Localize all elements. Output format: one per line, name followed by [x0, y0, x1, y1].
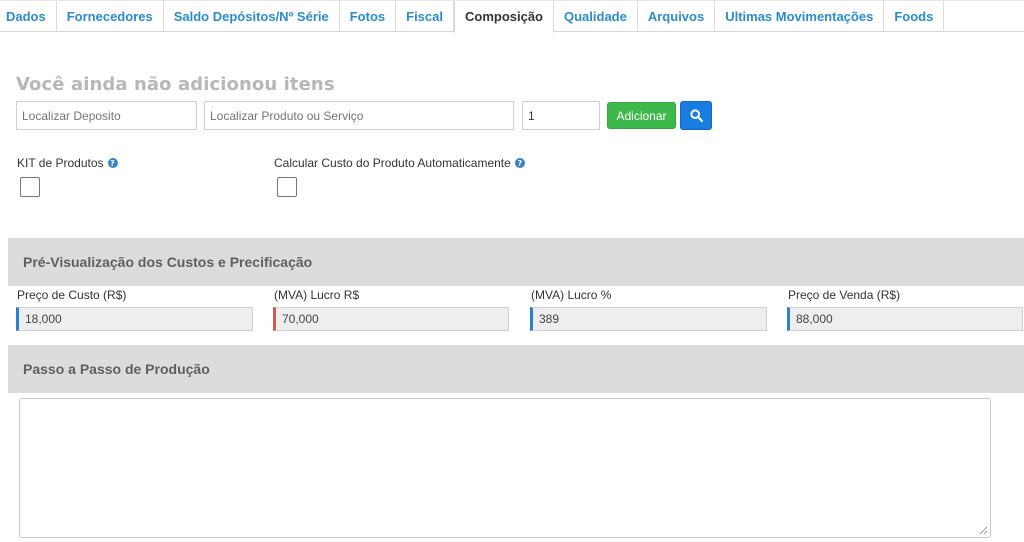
auto-cost-checkbox[interactable]	[277, 177, 297, 197]
tab-dados[interactable]: Dados	[0, 1, 57, 32]
tab-fotos[interactable]: Fotos	[340, 1, 397, 32]
mva-profit-label: (MVA) Lucro R$	[274, 288, 360, 302]
mva-percent-label: (MVA) Lucro %	[531, 288, 612, 302]
quantity-input[interactable]	[522, 101, 600, 130]
tab-composicao[interactable]: Composição	[453, 1, 554, 33]
question-icon[interactable]: ?	[107, 158, 118, 168]
sale-price-field: 88,000	[787, 307, 1023, 331]
tab-ultimas-movimentacoes[interactable]: Ultimas Movimentações	[715, 1, 885, 32]
production-steps-title: Passo a Passo de Produção	[23, 361, 210, 377]
kit-products-checkbox[interactable]	[20, 177, 40, 197]
cost-preview-title: Pré-Visualização dos Custos e Precificaç…	[23, 254, 313, 270]
cost-preview-header: Pré-Visualização dos Custos e Precificaç…	[8, 238, 1024, 286]
sale-price-label: Preço de Venda (R$)	[788, 288, 901, 302]
production-steps-header: Passo a Passo de Produção	[8, 345, 1024, 393]
add-item-button[interactable]: Adicionar	[607, 102, 676, 129]
production-steps-textarea[interactable]	[19, 398, 991, 538]
resize-grip-icon[interactable]	[979, 526, 988, 535]
mva-percent-field: 389	[530, 307, 767, 331]
empty-items-title: Você ainda não adicionou itens	[16, 74, 335, 95]
mva-profit-field: 70,000	[273, 307, 509, 331]
question-icon[interactable]: ?	[514, 158, 525, 168]
cost-price-label: Preço de Custo (R$)	[17, 288, 127, 302]
tab-fornecedores[interactable]: Fornecedores	[57, 1, 164, 32]
auto-cost-label: Calcular Custo do Produto Automaticament…	[274, 156, 525, 170]
tab-saldo-depositos[interactable]: Saldo Depósitos/Nº Série	[164, 1, 340, 32]
kit-products-text: KIT de Produtos	[17, 156, 104, 170]
product-search-input[interactable]	[204, 101, 514, 130]
cost-price-field: 18,000	[16, 307, 253, 331]
kit-products-label: KIT de Produtos ?	[17, 156, 118, 170]
product-composition-page: Dados Fornecedores Saldo Depósitos/Nº Sé…	[0, 0, 1024, 542]
auto-cost-text: Calcular Custo do Produto Automaticament…	[274, 156, 511, 170]
search-button[interactable]	[680, 101, 712, 130]
tab-bar: Dados Fornecedores Saldo Depósitos/Nº Sé…	[0, 0, 1024, 33]
tab-arquivos[interactable]: Arquivos	[638, 1, 716, 32]
tab-foods[interactable]: Foods	[884, 1, 945, 32]
tab-qualidade[interactable]: Qualidade	[554, 1, 638, 32]
deposit-search-input[interactable]	[16, 101, 197, 130]
search-icon	[689, 109, 703, 122]
tab-fiscal[interactable]: Fiscal	[396, 1, 454, 32]
